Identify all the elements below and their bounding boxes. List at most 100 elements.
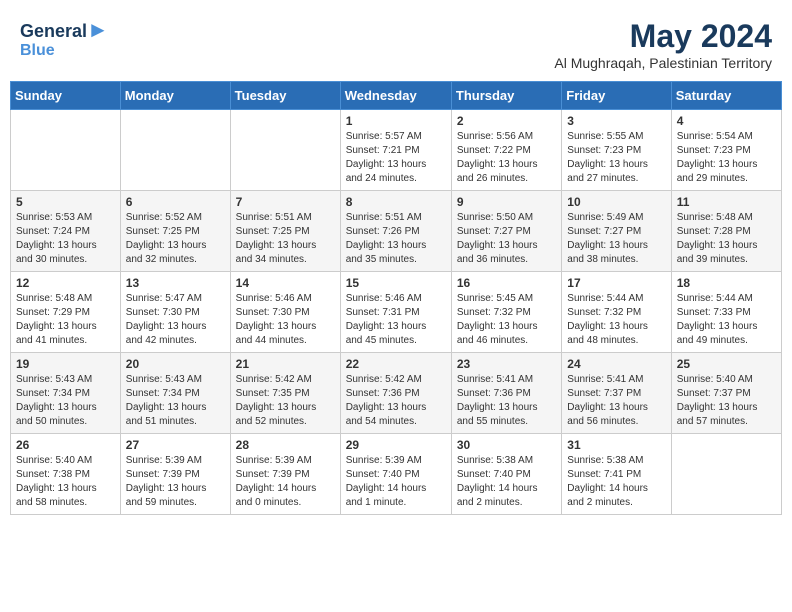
calendar-cell: 16 Sunrise: 5:45 AM Sunset: 7:32 PM Dayli… — [451, 272, 561, 353]
calendar-cell: 20 Sunrise: 5:43 AM Sunset: 7:34 PM Dayli… — [120, 353, 230, 434]
day-info: Sunrise: 5:49 AM Sunset: 7:27 PM Dayligh… — [567, 211, 665, 267]
calendar-cell: 31 Sunrise: 5:38 AM Sunset: 7:41 PM Dayli… — [562, 434, 671, 515]
page-header: General► Blue May 2024 Al Mughraqah, Pal… — [10, 10, 782, 75]
day-info: Sunrise: 5:45 AM Sunset: 7:32 PM Dayligh… — [457, 292, 556, 348]
day-number: 17 — [567, 276, 665, 290]
logo-blue: Blue — [20, 42, 55, 59]
day-number: 9 — [457, 195, 556, 209]
day-number: 2 — [457, 114, 556, 128]
calendar-cell: 22Sunrise: 5:42 AM Sunset: 7:36 PM Dayli… — [340, 353, 451, 434]
calendar-week-row: 1 Sunrise: 5:57 AM Sunset: 7:21 PM Daylig… — [11, 110, 782, 191]
day-number: 24 — [567, 357, 665, 371]
day-info: Sunrise: 5:39 AM Sunset: 7:40 PM Dayligh… — [346, 454, 446, 510]
calendar-week-row: 5 Sunrise: 5:53 AM Sunset: 7:24 PM Daylig… — [11, 191, 782, 272]
calendar-cell: 7 Sunrise: 5:51 AM Sunset: 7:25 PM Daylig… — [230, 191, 340, 272]
day-number: 3 — [567, 114, 665, 128]
day-info: Sunrise: 5:56 AM Sunset: 7:22 PM Dayligh… — [457, 130, 556, 186]
day-number: 30 — [457, 438, 556, 452]
calendar-cell: 15Sunrise: 5:46 AM Sunset: 7:31 PM Dayli… — [340, 272, 451, 353]
calendar-cell: 28 Sunrise: 5:39 AM Sunset: 7:39 PM Dayli… — [230, 434, 340, 515]
day-info: Sunrise: 5:41 AM Sunset: 7:37 PM Dayligh… — [567, 373, 665, 429]
calendar-cell: 6 Sunrise: 5:52 AM Sunset: 7:25 PM Daylig… — [120, 191, 230, 272]
month-title: May 2024 — [554, 18, 772, 55]
weekday-header: Monday — [120, 82, 230, 110]
day-number: 11 — [677, 195, 776, 209]
day-number: 23 — [457, 357, 556, 371]
calendar-cell: 13Sunrise: 5:47 AM Sunset: 7:30 PM Dayli… — [120, 272, 230, 353]
calendar-week-row: 26 Sunrise: 5:40 AM Sunset: 7:38 PM Dayli… — [11, 434, 782, 515]
weekday-header: Sunday — [11, 82, 121, 110]
calendar-table: SundayMondayTuesdayWednesdayThursdayFrid… — [10, 81, 782, 515]
day-number: 29 — [346, 438, 446, 452]
calendar-cell: 18 Sunrise: 5:44 AM Sunset: 7:33 PM Dayli… — [671, 272, 781, 353]
day-number: 7 — [236, 195, 335, 209]
day-info: Sunrise: 5:51 AM Sunset: 7:26 PM Dayligh… — [346, 211, 446, 267]
day-number: 8 — [346, 195, 446, 209]
day-number: 6 — [126, 195, 225, 209]
day-number: 1 — [346, 114, 446, 128]
day-number: 12 — [16, 276, 115, 290]
day-number: 5 — [16, 195, 115, 209]
calendar-cell: 17Sunrise: 5:44 AM Sunset: 7:32 PM Dayli… — [562, 272, 671, 353]
day-number: 31 — [567, 438, 665, 452]
day-number: 27 — [126, 438, 225, 452]
day-info: Sunrise: 5:38 AM Sunset: 7:41 PM Dayligh… — [567, 454, 665, 510]
day-info: Sunrise: 5:40 AM Sunset: 7:38 PM Dayligh… — [16, 454, 115, 510]
day-info: Sunrise: 5:46 AM Sunset: 7:31 PM Dayligh… — [346, 292, 446, 348]
title-block: May 2024 Al Mughraqah, Palestinian Terri… — [554, 18, 772, 71]
day-number: 25 — [677, 357, 776, 371]
day-info: Sunrise: 5:48 AM Sunset: 7:29 PM Dayligh… — [16, 292, 115, 348]
calendar-cell: 14Sunrise: 5:46 AM Sunset: 7:30 PM Dayli… — [230, 272, 340, 353]
day-info: Sunrise: 5:48 AM Sunset: 7:28 PM Dayligh… — [677, 211, 776, 267]
day-info: Sunrise: 5:57 AM Sunset: 7:21 PM Dayligh… — [346, 130, 446, 186]
day-info: Sunrise: 5:41 AM Sunset: 7:36 PM Dayligh… — [457, 373, 556, 429]
calendar-cell: 19 Sunrise: 5:43 AM Sunset: 7:34 PM Dayli… — [11, 353, 121, 434]
calendar-cell: 27Sunrise: 5:39 AM Sunset: 7:39 PM Dayli… — [120, 434, 230, 515]
weekday-header: Wednesday — [340, 82, 451, 110]
day-number: 19 — [16, 357, 115, 371]
weekday-header: Tuesday — [230, 82, 340, 110]
day-info: Sunrise: 5:51 AM Sunset: 7:25 PM Dayligh… — [236, 211, 335, 267]
day-number: 26 — [16, 438, 115, 452]
calendar-cell: 2 Sunrise: 5:56 AM Sunset: 7:22 PM Daylig… — [451, 110, 561, 191]
day-number: 28 — [236, 438, 335, 452]
day-number: 16 — [457, 276, 556, 290]
calendar-cell: 25 Sunrise: 5:40 AM Sunset: 7:37 PM Dayli… — [671, 353, 781, 434]
day-info: Sunrise: 5:53 AM Sunset: 7:24 PM Dayligh… — [16, 211, 115, 267]
calendar-cell: 9 Sunrise: 5:50 AM Sunset: 7:27 PM Daylig… — [451, 191, 561, 272]
day-info: Sunrise: 5:55 AM Sunset: 7:23 PM Dayligh… — [567, 130, 665, 186]
calendar-cell: 30Sunrise: 5:38 AM Sunset: 7:40 PM Dayli… — [451, 434, 561, 515]
calendar-cell: 11 Sunrise: 5:48 AM Sunset: 7:28 PM Dayli… — [671, 191, 781, 272]
calendar-cell — [230, 110, 340, 191]
day-info: Sunrise: 5:39 AM Sunset: 7:39 PM Dayligh… — [236, 454, 335, 510]
day-info: Sunrise: 5:50 AM Sunset: 7:27 PM Dayligh… — [457, 211, 556, 267]
day-number: 4 — [677, 114, 776, 128]
calendar-cell: 10 Sunrise: 5:49 AM Sunset: 7:27 PM Dayli… — [562, 191, 671, 272]
day-info: Sunrise: 5:42 AM Sunset: 7:35 PM Dayligh… — [236, 373, 335, 429]
calendar-cell — [671, 434, 781, 515]
day-info: Sunrise: 5:40 AM Sunset: 7:37 PM Dayligh… — [677, 373, 776, 429]
day-number: 18 — [677, 276, 776, 290]
day-info: Sunrise: 5:44 AM Sunset: 7:33 PM Dayligh… — [677, 292, 776, 348]
calendar-week-row: 19 Sunrise: 5:43 AM Sunset: 7:34 PM Dayli… — [11, 353, 782, 434]
weekday-header: Thursday — [451, 82, 561, 110]
day-info: Sunrise: 5:54 AM Sunset: 7:23 PM Dayligh… — [677, 130, 776, 186]
day-number: 21 — [236, 357, 335, 371]
calendar-cell: 5 Sunrise: 5:53 AM Sunset: 7:24 PM Daylig… — [11, 191, 121, 272]
day-number: 14 — [236, 276, 335, 290]
calendar-cell: 3 Sunrise: 5:55 AM Sunset: 7:23 PM Daylig… — [562, 110, 671, 191]
day-info: Sunrise: 5:43 AM Sunset: 7:34 PM Dayligh… — [126, 373, 225, 429]
day-info: Sunrise: 5:43 AM Sunset: 7:34 PM Dayligh… — [16, 373, 115, 429]
day-number: 22 — [346, 357, 446, 371]
logo-text: General► — [20, 18, 109, 42]
logo: General► Blue — [20, 18, 109, 60]
calendar-cell: 1 Sunrise: 5:57 AM Sunset: 7:21 PM Daylig… — [340, 110, 451, 191]
day-info: Sunrise: 5:52 AM Sunset: 7:25 PM Dayligh… — [126, 211, 225, 267]
calendar-header-row: SundayMondayTuesdayWednesdayThursdayFrid… — [11, 82, 782, 110]
calendar-cell: 12 Sunrise: 5:48 AM Sunset: 7:29 PM Dayli… — [11, 272, 121, 353]
calendar-cell — [120, 110, 230, 191]
day-number: 10 — [567, 195, 665, 209]
calendar-cell: 21 Sunrise: 5:42 AM Sunset: 7:35 PM Dayli… — [230, 353, 340, 434]
calendar-cell: 24 Sunrise: 5:41 AM Sunset: 7:37 PM Dayli… — [562, 353, 671, 434]
day-number: 20 — [126, 357, 225, 371]
